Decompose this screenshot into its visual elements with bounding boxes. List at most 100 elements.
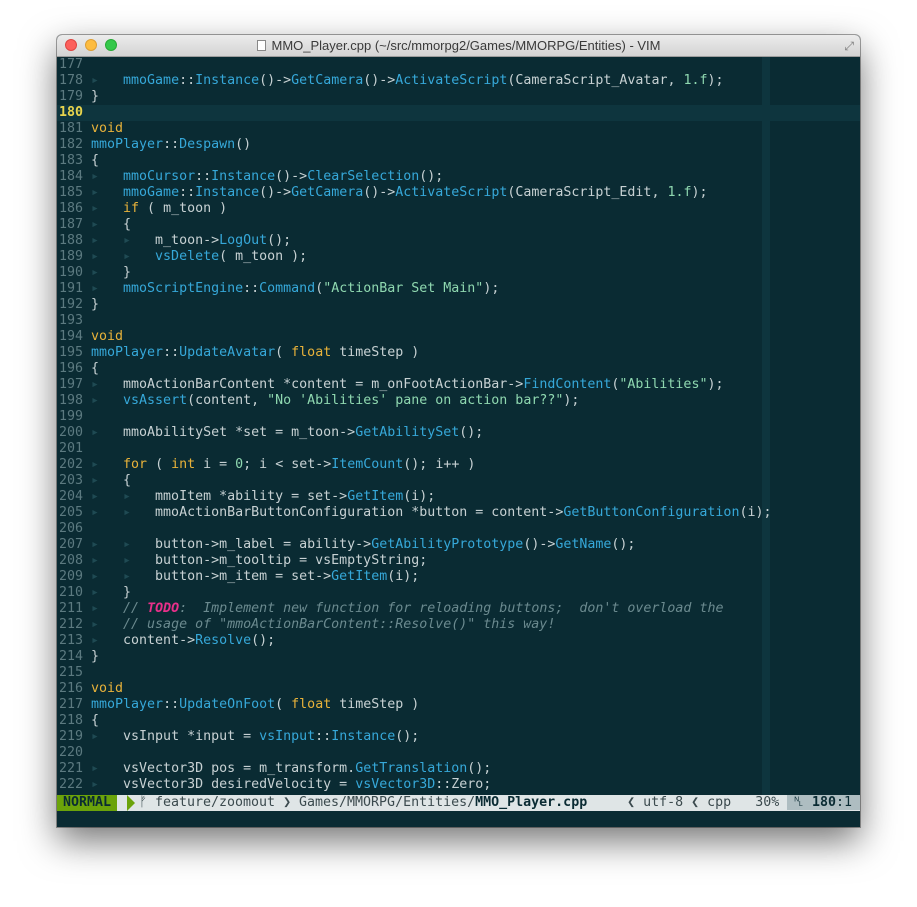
path-separator-icon: ❯ bbox=[283, 795, 292, 810]
code-token: ()-> bbox=[523, 537, 556, 552]
code-line[interactable]: 213 ▸ content->Resolve(); bbox=[57, 633, 275, 649]
code-line[interactable]: 220 bbox=[57, 745, 91, 761]
code-line[interactable]: 218 { bbox=[57, 713, 99, 729]
indent-guide-icon: ▸ ▸ bbox=[91, 233, 156, 248]
line-number: 206 bbox=[58, 521, 83, 536]
code-token: "ActionBar Set Main" bbox=[323, 281, 484, 296]
line-number: 208 bbox=[58, 553, 83, 568]
code-line[interactable]: 187 ▸ { bbox=[57, 217, 131, 233]
code-token: mmoCursor bbox=[123, 169, 196, 184]
code-token: // usage of "mmoActionBarContent::Resolv… bbox=[123, 617, 556, 632]
code-line[interactable]: 183 { bbox=[57, 153, 99, 169]
code-line[interactable]: 199 bbox=[57, 409, 91, 425]
code-token: :: bbox=[243, 281, 260, 296]
code-token: { bbox=[91, 713, 100, 728]
indent-guide-icon: ▸ ▸ bbox=[91, 537, 156, 552]
code-line[interactable]: 195 mmoPlayer::UpdateAvatar( float timeSt… bbox=[57, 345, 419, 361]
code-token: GetTranslation bbox=[355, 761, 468, 776]
code-line[interactable]: 205 ▸ ▸ mmoActionBarButtonConfiguration *… bbox=[57, 505, 772, 521]
code-line[interactable]: 178 ▸ mmoGame::Instance()->GetCamera()->A… bbox=[57, 73, 724, 89]
code-line[interactable]: 186 ▸ if ( m_toon ) bbox=[57, 201, 227, 217]
encoding: utf-8 bbox=[643, 795, 684, 810]
code-token: GetCamera bbox=[291, 185, 364, 200]
code-line[interactable]: 193 bbox=[57, 313, 91, 329]
indent-guide-icon: ▸ bbox=[91, 457, 124, 472]
code-line[interactable]: 206 bbox=[57, 521, 91, 537]
code-token: mmoItem *ability = set-> bbox=[155, 489, 348, 504]
code-line[interactable]: 194 void bbox=[57, 329, 123, 345]
code-token: } bbox=[91, 297, 100, 312]
code-line[interactable]: 202 ▸ for ( int i = 0; i < set->ItemCount… bbox=[57, 457, 475, 473]
code-line[interactable]: 179} bbox=[57, 89, 99, 105]
code-line[interactable]: 181 void bbox=[57, 121, 123, 137]
code-token: } bbox=[123, 585, 132, 600]
color-column bbox=[762, 57, 770, 795]
code-line[interactable]: 197 ▸ mmoActionBarContent *content = m_on… bbox=[57, 377, 724, 393]
line-number: 184 bbox=[58, 169, 83, 184]
indent-guide-icon: ▸ bbox=[91, 377, 124, 392]
line-number: 182 bbox=[58, 137, 83, 152]
code-line[interactable]: 189 ▸ ▸ vsDelete( m_toon ); bbox=[57, 249, 307, 265]
code-line[interactable]: 221 ▸ vsVector3D pos = m_transform.GetTra… bbox=[57, 761, 491, 777]
code-line[interactable]: 201 bbox=[57, 441, 91, 457]
code-line[interactable]: 216 void bbox=[57, 681, 123, 697]
code-line[interactable]: 204 ▸ ▸ mmoItem *ability = set->GetItem(i… bbox=[57, 489, 435, 505]
code-token: (); bbox=[251, 633, 276, 648]
code-token: ::Zero; bbox=[435, 777, 492, 792]
code-line[interactable]: 182 mmoPlayer::Despawn() bbox=[57, 137, 251, 153]
file-path: Games/MMORPG/Entities/MMO_Player.cpp bbox=[299, 795, 587, 811]
line-number-icon: ␤ bbox=[793, 795, 812, 810]
code-token: float bbox=[291, 345, 332, 360]
code-line[interactable]: 200 ▸ mmoAbilitySet *set = m_toon->GetAbi… bbox=[57, 425, 483, 441]
indent-guide-icon: ▸ bbox=[91, 217, 124, 232]
code-line[interactable]: 203 ▸ { bbox=[57, 473, 131, 489]
code-token: ); bbox=[707, 73, 724, 88]
code-line[interactable]: 208 ▸ ▸ button->m_tooltip = vsEmptyString… bbox=[57, 553, 427, 569]
code-line[interactable]: 219 ▸ vsInput *input = vsInput::Instance(… bbox=[57, 729, 419, 745]
code-line[interactable]: 180 bbox=[57, 105, 91, 121]
code-token: (CameraScript_Edit, bbox=[507, 185, 668, 200]
code-token: ()-> bbox=[275, 169, 308, 184]
code-token: timeStep ) bbox=[331, 345, 420, 360]
code-token: (); bbox=[419, 169, 444, 184]
code-token: vsInput bbox=[259, 729, 316, 744]
code-token: { bbox=[91, 361, 100, 376]
code-line[interactable]: 207 ▸ ▸ button->m_label = ability->GetAbi… bbox=[57, 537, 635, 553]
code-line[interactable]: 212 ▸ // usage of "mmoActionBarContent::R… bbox=[57, 617, 555, 633]
code-token: mmoAbilitySet *set = m_toon-> bbox=[123, 425, 356, 440]
code-line[interactable]: 217 mmoPlayer::UpdateOnFoot( float timeSt… bbox=[57, 697, 419, 713]
line-number: 195 bbox=[58, 345, 83, 360]
code-line[interactable]: 211 ▸ // TODO: Implement new function for… bbox=[57, 601, 724, 617]
line-number: 191 bbox=[58, 281, 83, 296]
code-line[interactable]: 190 ▸ } bbox=[57, 265, 131, 281]
code-line[interactable]: 209 ▸ ▸ button->m_item = set->GetItem(i); bbox=[57, 569, 419, 585]
code-line[interactable]: 188 ▸ ▸ m_toon->LogOut(); bbox=[57, 233, 291, 249]
code-line[interactable]: 192} bbox=[57, 297, 99, 313]
code-line[interactable]: 191 ▸ mmoScriptEngine::Command("ActionBar… bbox=[57, 281, 499, 297]
fullscreen-icon[interactable]: ⤢ bbox=[844, 39, 854, 54]
code-line[interactable]: 184 ▸ mmoCursor::Instance()->ClearSelecti… bbox=[57, 169, 443, 185]
code-token: vsVector3D pos = m_transform. bbox=[123, 761, 356, 776]
code-line[interactable]: 177 bbox=[57, 57, 91, 73]
code-token: UpdateAvatar bbox=[179, 345, 276, 360]
code-token: :: bbox=[179, 73, 196, 88]
code-token: vsAssert bbox=[123, 393, 188, 408]
code-token: i = bbox=[195, 457, 236, 472]
command-line[interactable] bbox=[57, 811, 860, 827]
code-token: ItemCount bbox=[331, 457, 404, 472]
code-line[interactable]: 185 ▸ mmoGame::Instance()->GetCamera()->A… bbox=[57, 185, 708, 201]
indent-guide-icon: ▸ bbox=[91, 777, 124, 792]
code-line[interactable]: 196 { bbox=[57, 361, 99, 377]
code-line[interactable]: 222 ▸ vsVector3D desiredVelocity = vsVect… bbox=[57, 777, 491, 793]
editor-buffer[interactable]: 177 178 ▸ mmoGame::Instance()->GetCamera()… bbox=[57, 57, 860, 795]
code-token: ( m_toon ) bbox=[139, 201, 228, 216]
line-number: 213 bbox=[58, 633, 83, 648]
line-number: 196 bbox=[58, 361, 83, 376]
code-line[interactable]: 198 ▸ vsAssert(content, "No 'Abilities' p… bbox=[57, 393, 579, 409]
code-token: FindContent bbox=[523, 377, 612, 392]
code-token: GetItem bbox=[347, 489, 404, 504]
indent-guide-icon: ▸ bbox=[91, 169, 124, 184]
code-line[interactable]: 214} bbox=[57, 649, 99, 665]
code-line[interactable]: 215 bbox=[57, 665, 91, 681]
code-line[interactable]: 210 ▸ } bbox=[57, 585, 131, 601]
